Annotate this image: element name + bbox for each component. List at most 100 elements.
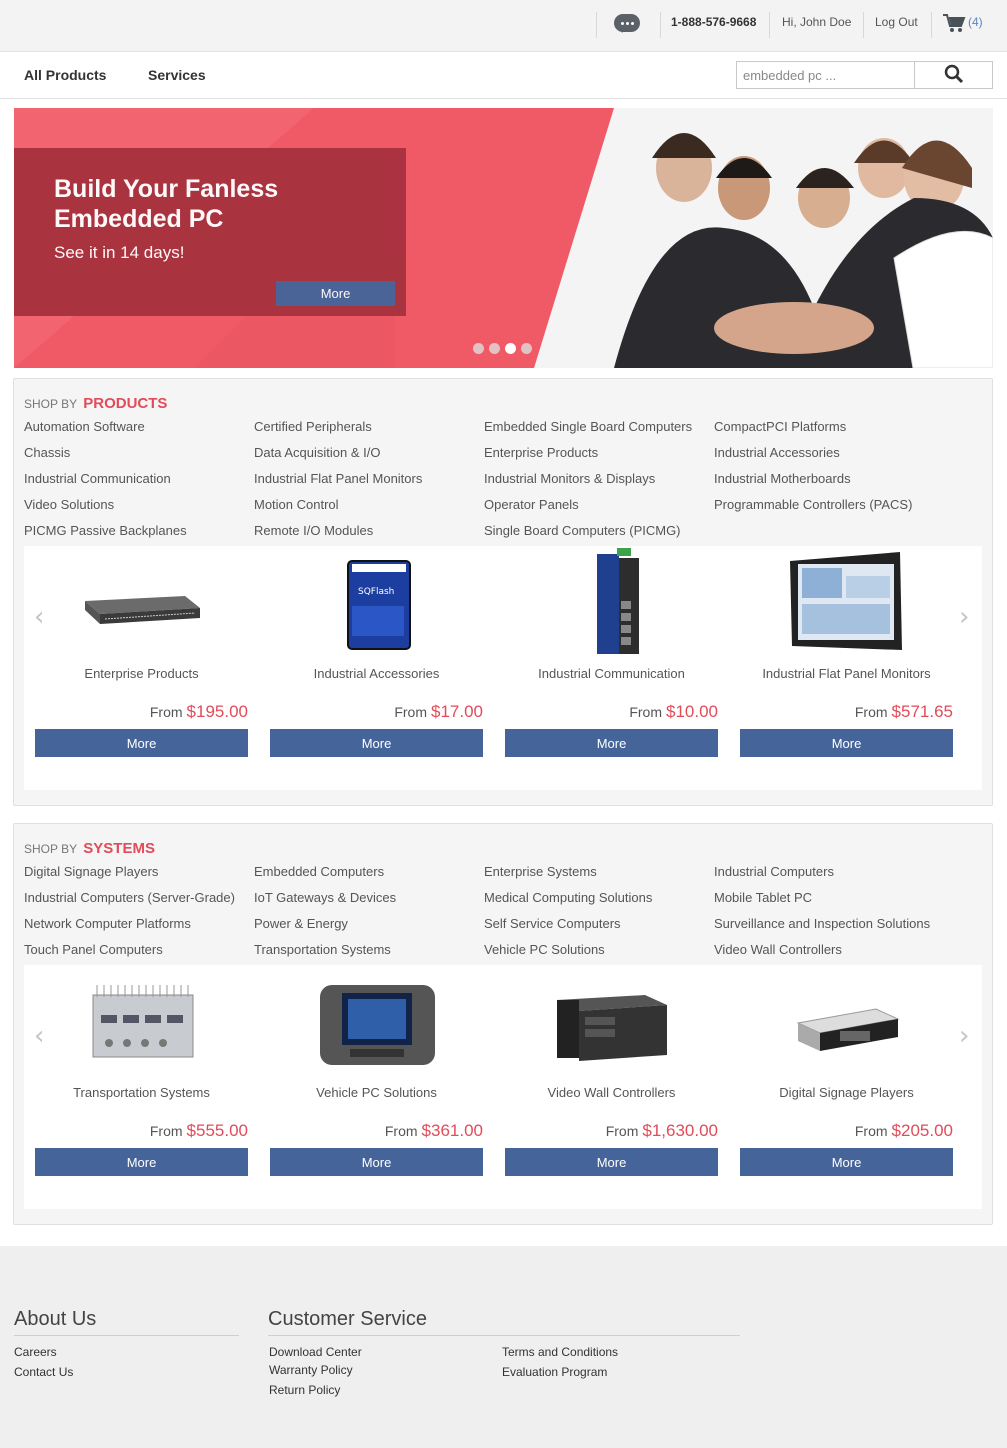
category-link[interactable]: Digital Signage Players (24, 864, 158, 879)
product-name[interactable]: Enterprise Products (35, 666, 248, 681)
category-link[interactable]: Industrial Computers (714, 864, 834, 879)
product-name[interactable]: Industrial Flat Panel Monitors (740, 666, 953, 681)
product-more-button[interactable]: More (505, 729, 718, 757)
product-more-button[interactable]: More (740, 729, 953, 757)
hero-more-button[interactable]: More (276, 281, 395, 306)
category-link[interactable]: PICMG Passive Backplanes (24, 523, 187, 538)
category-link[interactable]: Medical Computing Solutions (484, 890, 652, 905)
category-link[interactable]: IoT Gateways & Devices (254, 890, 396, 905)
category-link[interactable]: Embedded Single Board Computers (484, 419, 692, 434)
product-more-button[interactable]: More (270, 1148, 483, 1176)
chevron-right-icon[interactable]: › (959, 1021, 969, 1051)
product-card[interactable]: Vehicle PC Solutions From $361.00 More (270, 965, 483, 1209)
category-link[interactable]: Video Wall Controllers (714, 942, 842, 957)
carousel-dot[interactable] (489, 343, 500, 354)
category-link[interactable]: Single Board Computers (PICMG) (484, 523, 681, 538)
category-link[interactable]: Chassis (24, 445, 70, 460)
category-link[interactable]: Vehicle PC Solutions (484, 942, 605, 957)
category-link[interactable]: CompactPCI Platforms (714, 419, 846, 434)
category-link[interactable]: Enterprise Products (484, 445, 598, 460)
category-link[interactable]: Video Solutions (24, 497, 114, 512)
category-link[interactable]: Touch Panel Computers (24, 942, 163, 957)
footer-link-warranty[interactable]: Warranty Policy (269, 1363, 353, 1377)
heading-prefix: SHOP BY (24, 842, 77, 856)
category-link[interactable]: Industrial Communication (24, 471, 171, 486)
category-link[interactable]: Industrial Monitors & Displays (484, 471, 655, 486)
product-image[interactable] (545, 965, 678, 1075)
product-image[interactable]: SQFlash (310, 546, 443, 656)
product-card[interactable]: SQFlash Industrial Accessories From $17.00 M… (270, 546, 483, 790)
price-value: $195.00 (186, 702, 248, 721)
category-link[interactable]: Mobile Tablet PC (714, 890, 812, 905)
price-prefix: From (149, 704, 183, 720)
category-link[interactable]: Remote I/O Modules (254, 523, 373, 538)
product-card[interactable]: Transportation Systems From $555.00 More (35, 965, 248, 1209)
product-image[interactable] (310, 965, 443, 1075)
footer-link-download[interactable]: Download Center (269, 1345, 362, 1359)
category-link[interactable]: Transportation Systems (254, 942, 391, 957)
product-card[interactable]: Digital Signage Players From $205.00 More (740, 965, 953, 1209)
top-utility-bar: 1-888-576-9668 Hi, John Doe Log Out (4) (0, 0, 1007, 52)
category-link[interactable]: Industrial Computers (Server-Grade) (24, 890, 235, 905)
product-name[interactable]: Digital Signage Players (740, 1085, 953, 1100)
category-link[interactable]: Self Service Computers (484, 916, 621, 931)
nav-all-products[interactable]: All Products (24, 67, 106, 83)
shop-by-products: SHOP BY PRODUCTS Automation Software Cert… (13, 378, 993, 806)
category-link[interactable]: Industrial Flat Panel Monitors (254, 471, 422, 486)
search-button[interactable] (914, 61, 993, 89)
shop-by-systems: SHOP BY SYSTEMS Digital Signage Players E… (13, 823, 993, 1225)
footer-link-evaluation[interactable]: Evaluation Program (502, 1365, 607, 1379)
product-card[interactable]: Enterprise Products From $195.00 More (35, 546, 248, 790)
product-more-button[interactable]: More (505, 1148, 718, 1176)
category-link[interactable]: Industrial Motherboards (714, 471, 851, 486)
category-link[interactable]: Enterprise Systems (484, 864, 597, 879)
search-input[interactable] (736, 61, 916, 89)
price-value: $361.00 (421, 1121, 483, 1140)
product-name[interactable]: Industrial Communication (505, 666, 718, 681)
nav-services[interactable]: Services (148, 67, 206, 83)
product-card[interactable]: Industrial Flat Panel Monitors From $571.6… (740, 546, 953, 790)
hero-subtitle: See it in 14 days! (54, 243, 185, 262)
category-link[interactable]: Power & Energy (254, 916, 348, 931)
product-image[interactable] (780, 546, 913, 656)
chat-icon[interactable] (614, 14, 640, 33)
carousel-dot[interactable] (473, 343, 484, 354)
category-link[interactable]: Automation Software (24, 419, 145, 434)
category-link[interactable]: Motion Control (254, 497, 339, 512)
category-link[interactable]: Data Acquisition & I/O (254, 445, 380, 460)
footer-link-careers[interactable]: Careers (14, 1345, 57, 1359)
footer-link-terms[interactable]: Terms and Conditions (502, 1345, 618, 1359)
product-more-button[interactable]: More (270, 729, 483, 757)
carousel-dot-active[interactable] (505, 343, 516, 354)
category-link[interactable]: Industrial Accessories (714, 445, 840, 460)
cart-count[interactable]: (4) (968, 15, 983, 29)
product-image[interactable] (75, 546, 208, 656)
product-name[interactable]: Industrial Accessories (270, 666, 483, 681)
product-name[interactable]: Video Wall Controllers (505, 1085, 718, 1100)
product-image[interactable] (75, 965, 208, 1075)
logout-link[interactable]: Log Out (875, 15, 918, 29)
chevron-right-icon[interactable]: › (959, 602, 969, 632)
product-card[interactable]: Video Wall Controllers From $1,630.00 More (505, 965, 718, 1209)
footer-link-return[interactable]: Return Policy (269, 1383, 340, 1397)
product-name[interactable]: Vehicle PC Solutions (270, 1085, 483, 1100)
phone-number[interactable]: 1-888-576-9668 (671, 15, 756, 29)
carousel-dot[interactable] (521, 343, 532, 354)
product-card[interactable]: Industrial Communication From $10.00 More (505, 546, 718, 790)
category-link[interactable]: Embedded Computers (254, 864, 384, 879)
category-link[interactable]: Operator Panels (484, 497, 579, 512)
product-more-button[interactable]: More (35, 1148, 248, 1176)
product-image[interactable] (780, 965, 913, 1075)
cart-icon[interactable] (942, 13, 966, 33)
footer-link-contact[interactable]: Contact Us (14, 1365, 73, 1379)
category-link[interactable]: Programmable Controllers (PACS) (714, 497, 912, 512)
price-value: $17.00 (431, 702, 483, 721)
category-link[interactable]: Network Computer Platforms (24, 916, 191, 931)
product-more-button[interactable]: More (35, 729, 248, 757)
category-link[interactable]: Surveillance and Inspection Solutions (714, 916, 930, 931)
product-more-button[interactable]: More (740, 1148, 953, 1176)
hero-banner[interactable]: Build Your Fanless Embedded PC See it in… (14, 108, 993, 368)
product-image[interactable] (545, 546, 678, 656)
category-link[interactable]: Certified Peripherals (254, 419, 372, 434)
product-name[interactable]: Transportation Systems (35, 1085, 248, 1100)
